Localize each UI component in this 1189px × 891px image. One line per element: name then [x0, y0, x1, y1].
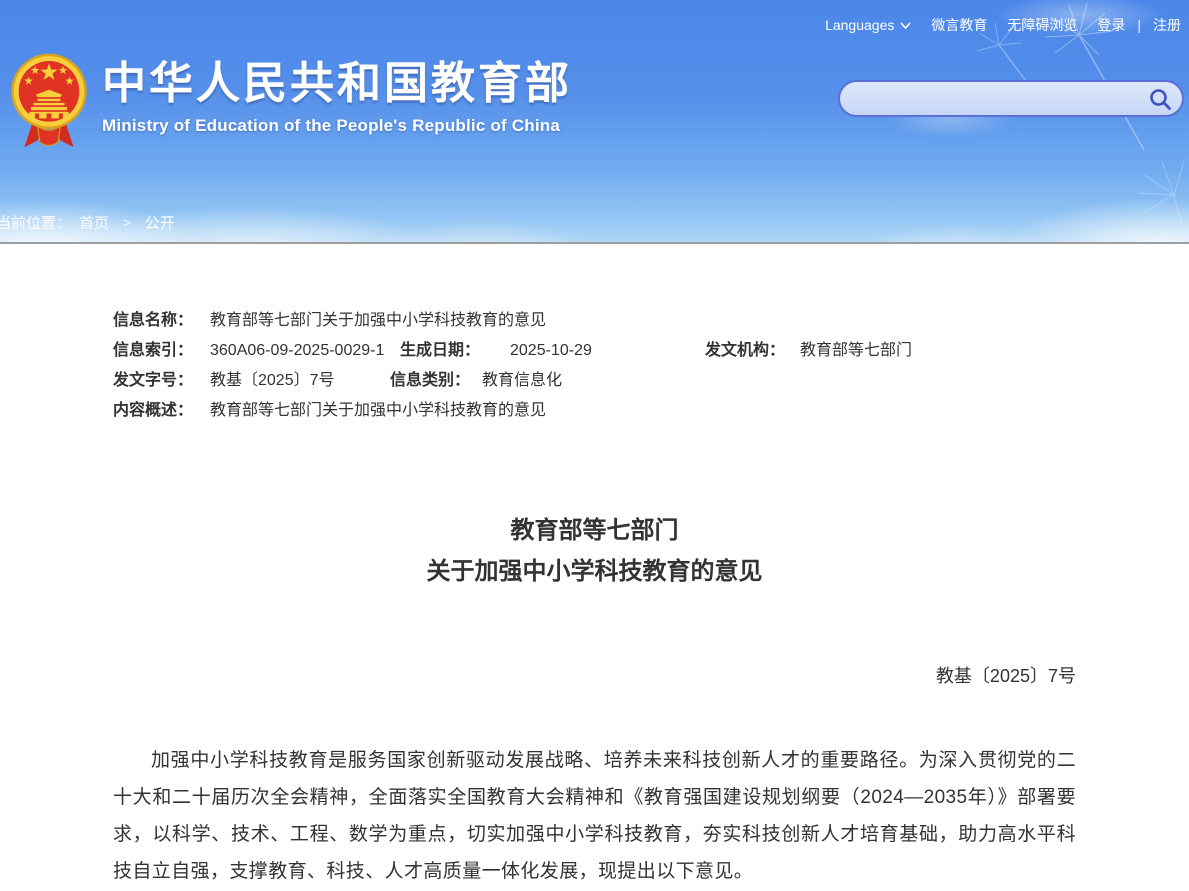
- meta-row-name: 信息名称： 教育部等七部门关于加强中小学科技教育的意见: [113, 306, 1076, 336]
- languages-label: Languages: [825, 17, 894, 33]
- meta-row-index: 信息索引： 360A06-09-2025-0029-1 生成日期： 2025-1…: [113, 336, 1076, 366]
- meta-row-docno: 发文字号： 教基〔2025〕7号 信息类别： 教育信息化: [113, 366, 1076, 396]
- brand-text: 中华人民共和国教育部 Ministry of Education of the …: [102, 52, 572, 136]
- meta-docno-value: 教基〔2025〕7号: [210, 366, 390, 396]
- meta-summary-value: 教育部等七部门关于加强中小学科技教育的意见: [210, 396, 546, 426]
- document-page: 信息名称： 教育部等七部门关于加强中小学科技教育的意见 信息索引： 360A06…: [113, 244, 1076, 890]
- meta-index-value: 360A06-09-2025-0029-1: [210, 336, 400, 366]
- topbar-divider: |: [1137, 17, 1141, 33]
- meta-agency-label: 发文机构：: [705, 336, 800, 366]
- document-title: 教育部等七部门 关于加强中小学科技教育的意见: [113, 510, 1076, 592]
- document-body-paragraph: 加强中小学科技教育是服务国家创新驱动发展战略、培养未来科技创新人才的重要路径。为…: [113, 742, 1076, 890]
- meta-name-label: 信息名称：: [113, 306, 210, 336]
- meta-date-label: 生成日期：: [400, 336, 510, 366]
- document-title-line2: 关于加强中小学科技教育的意见: [113, 551, 1076, 592]
- top-utility-nav: Languages 微言教育 无障碍浏览 登录 | 注册: [825, 15, 1181, 35]
- search-button[interactable]: [1148, 87, 1172, 111]
- meta-category-value: 教育信息化: [482, 366, 562, 396]
- document-number: 教基〔2025〕7号: [113, 662, 1076, 688]
- login-link[interactable]: 登录: [1097, 15, 1125, 35]
- breadcrumb-current-link[interactable]: 公开: [145, 212, 175, 233]
- document-title-line1: 教育部等七部门: [113, 510, 1076, 551]
- china-national-emblem-icon: [8, 52, 90, 152]
- site-subtitle: Ministry of Education of the People's Re…: [102, 116, 572, 136]
- site-title: 中华人民共和国教育部: [102, 60, 572, 108]
- document-meta-table: 信息名称： 教育部等七部门关于加强中小学科技教育的意见 信息索引： 360A06…: [113, 306, 1076, 426]
- register-link[interactable]: 注册: [1153, 15, 1181, 35]
- meta-row-summary: 内容概述： 教育部等七部门关于加强中小学科技教育的意见: [113, 396, 1076, 426]
- meta-category-label: 信息类别：: [390, 366, 482, 396]
- search-input[interactable]: [856, 82, 1148, 115]
- breadcrumb-home-link[interactable]: 首页: [79, 212, 109, 233]
- meta-date-value: 2025-10-29: [510, 336, 705, 366]
- weiyan-education-link[interactable]: 微言教育: [931, 15, 987, 35]
- site-header: Languages 微言教育 无障碍浏览 登录 | 注册: [0, 0, 1189, 244]
- search-icon: [1148, 87, 1172, 111]
- meta-agency-value: 教育部等七部门: [800, 336, 912, 366]
- chevron-down-icon: [900, 22, 911, 29]
- meta-summary-label: 内容概述：: [113, 396, 210, 426]
- meta-name-value: 教育部等七部门关于加强中小学科技教育的意见: [210, 306, 546, 336]
- accessibility-link[interactable]: 无障碍浏览: [1007, 15, 1077, 35]
- breadcrumb-separator: >: [123, 215, 131, 230]
- meta-docno-label: 发文字号：: [113, 366, 210, 396]
- breadcrumb: 当前位置： 首页 > 公开: [0, 212, 175, 233]
- languages-menu[interactable]: Languages: [825, 17, 911, 33]
- site-brand[interactable]: 中华人民共和国教育部 Ministry of Education of the …: [8, 52, 572, 152]
- breadcrumb-prefix: 当前位置：: [0, 212, 71, 233]
- meta-index-label: 信息索引：: [113, 336, 210, 366]
- search-box: [838, 80, 1184, 117]
